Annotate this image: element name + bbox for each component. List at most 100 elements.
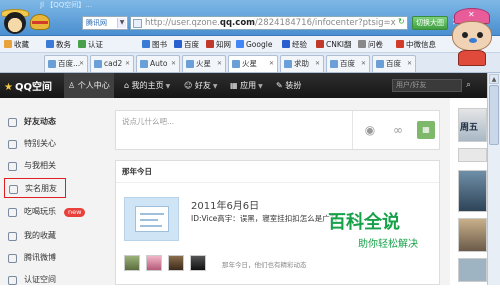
new-badge: new [64,208,86,217]
star-icon [8,232,17,241]
mascot-face [452,21,492,51]
home-icon: ⌂ [124,81,132,90]
bookmark-item[interactable]: 经验 [282,38,307,51]
close-icon[interactable]: ✕ [79,56,84,72]
close-icon[interactable]: ✕ [217,56,222,72]
close-icon[interactable]: ✕ [361,56,366,72]
status-composer[interactable]: 说点儿什么吧... ◉ ∞ ▦ [115,110,440,150]
link-icon[interactable]: ∞ [389,121,407,139]
nav-decorate[interactable]: ✎ 装扮 [276,73,301,98]
bookmark-item[interactable]: CNKI翻 [316,38,351,51]
memory-date: 2011年6月6日 [191,201,260,212]
nav-personal-center[interactable]: ♙ 个人中心 [64,73,114,98]
baidu-icon [330,60,338,68]
close-icon[interactable]: ✕ [269,56,274,72]
google-icon [236,40,244,48]
browser-tab[interactable]: 求助 ✕ [280,55,324,72]
app-icon[interactable]: ▦ [417,121,435,139]
page-icon [284,60,292,68]
folder-icon [396,40,404,48]
sidebar-item-real-name-friends[interactable]: 实名朋友 [4,178,66,198]
star-icon: ★ [4,82,13,93]
bookmark-item[interactable]: 收藏 [4,38,29,51]
avatar[interactable] [168,255,184,271]
watermark-subtitle: 助你轻松解决 [358,239,418,250]
refresh-icon[interactable]: ↻ [398,17,408,29]
nav-friends[interactable]: ☺ 好友 ▼ [184,73,218,98]
promo-image[interactable] [458,170,487,212]
qzone-search-input[interactable]: 用户/好友 [392,79,462,92]
card-header: 那年今日 [116,161,439,183]
bookmark-item[interactable]: 知网 [206,38,231,51]
star-icon [4,40,12,48]
straw-hat-icon[interactable] [30,14,50,30]
bookmark-item[interactable]: 中微信息 [396,38,436,51]
chevron-down-icon[interactable]: ▼ [117,18,126,28]
nav-apps[interactable]: ▦ 应用 ▼ [230,73,263,98]
watermark-logo: 百科全说 [328,212,400,233]
mode-switch-button[interactable]: 切换大图 [412,16,448,30]
browser-tab[interactable]: 百度... ✕ [44,55,88,72]
bookmark-item[interactable]: Google [236,38,272,51]
browser-tab[interactable]: 百度 ✕ [326,55,370,72]
verified-icon [8,276,17,285]
scroll-up-icon[interactable]: ▲ [489,74,499,84]
bookmark-item[interactable]: 认证 [78,38,103,51]
cnki-icon [316,40,324,48]
qzone-logo[interactable]: ★ QQ空间 [4,78,52,93]
close-icon[interactable]: ✕ [125,56,130,72]
browser-tab-active[interactable]: 火星 ✕ [228,55,278,72]
search-icon[interactable]: ⌕ [466,79,478,92]
browser-tab[interactable]: cad2 ✕ [90,55,134,72]
weibo-icon [8,254,17,263]
close-icon[interactable]: ✕ [171,56,176,72]
avatar[interactable] [190,255,206,271]
left-sidebar: 好友动态 特别关心 与我相关 实名朋友 吃喝玩乐 new 我的收藏 腾讯微博 认证… [0,98,100,285]
page-scrollbar[interactable]: ▲ [487,73,500,285]
memory-thumbnail[interactable] [124,197,179,241]
sidebar-item-special-care[interactable]: 特别关心 [0,134,100,154]
page-icon [140,60,148,68]
browser-tab[interactable]: Auto ✕ [136,55,180,72]
watermark: 百科全说 助你轻松解决 [328,208,474,260]
bookmark-item[interactable]: 教务 [46,38,71,51]
window-title: Jl 【QQ空间】... [40,1,92,9]
camera-icon[interactable]: ◉ [361,121,379,139]
chevron-down-icon: ▼ [212,83,218,90]
sidebar-item-favorites[interactable]: 我的收藏 [0,226,100,246]
composer-placeholder: 说点儿什么吧... [122,117,175,126]
scroll-thumb[interactable] [489,85,499,145]
chevron-down-icon: ▼ [165,83,171,90]
close-icon[interactable]: ✕ [315,56,320,72]
browser-tab[interactable]: 百度 ✕ [372,55,416,72]
cnki-icon [206,40,214,48]
bookmark-item[interactable]: 问卷 [358,38,383,51]
promo-strip[interactable] [458,148,487,162]
sidebar-item-food-fun[interactable]: 吃喝玩乐 new [0,202,100,222]
apps-icon: ▦ [230,81,241,90]
sidebar-item-tencent-weibo[interactable]: 腾讯微博 [0,248,100,268]
avatar[interactable] [146,255,162,271]
promo-image[interactable] [458,258,487,282]
bookmark-item[interactable]: 百度 [174,38,199,51]
address-bar[interactable]: http://user.qzone.qq.com/2824184716/info… [130,16,408,30]
avatar[interactable] [124,255,140,271]
friends-note: 那年今日，他们也有精彩动态 [222,261,307,269]
folder-icon [46,40,54,48]
pirate-logo-icon [4,12,26,34]
sidebar-item-friend-feed[interactable]: 好友动态 [0,112,100,132]
close-icon[interactable]: ✕ [407,56,412,72]
page-icon [133,19,142,28]
mascot-body [458,50,486,66]
browser-titlebar: Jl 【QQ空间】... 腾讯网 ▼ http://user.qzone.qq.… [0,0,500,36]
bookmarks-bar: 收藏 教务 认证 图书 百度 知网 Google 经验 CNKI翻 问卷 中微信… [0,36,500,53]
search-engine-select[interactable]: 腾讯网 ▼ [82,16,128,30]
tab-strip: 百度... ✕ cad2 ✕ Auto ✕ 火星 ✕ 火星 ✕ 求助 ✕ 百度 ✕ 百度 ✕ [0,53,500,73]
document-icon [135,206,169,232]
nav-my-homepage[interactable]: ⌂ 我的主页 ▼ [124,73,170,98]
browser-tab[interactable]: 火星 ✕ [182,55,226,72]
bookmark-item[interactable]: 图书 [142,38,167,51]
sidebar-item-verified-space[interactable]: 认证空间 [0,270,100,290]
baidu-icon [48,60,56,68]
sidebar-item-related-to-me[interactable]: 与我相关 [0,156,100,176]
